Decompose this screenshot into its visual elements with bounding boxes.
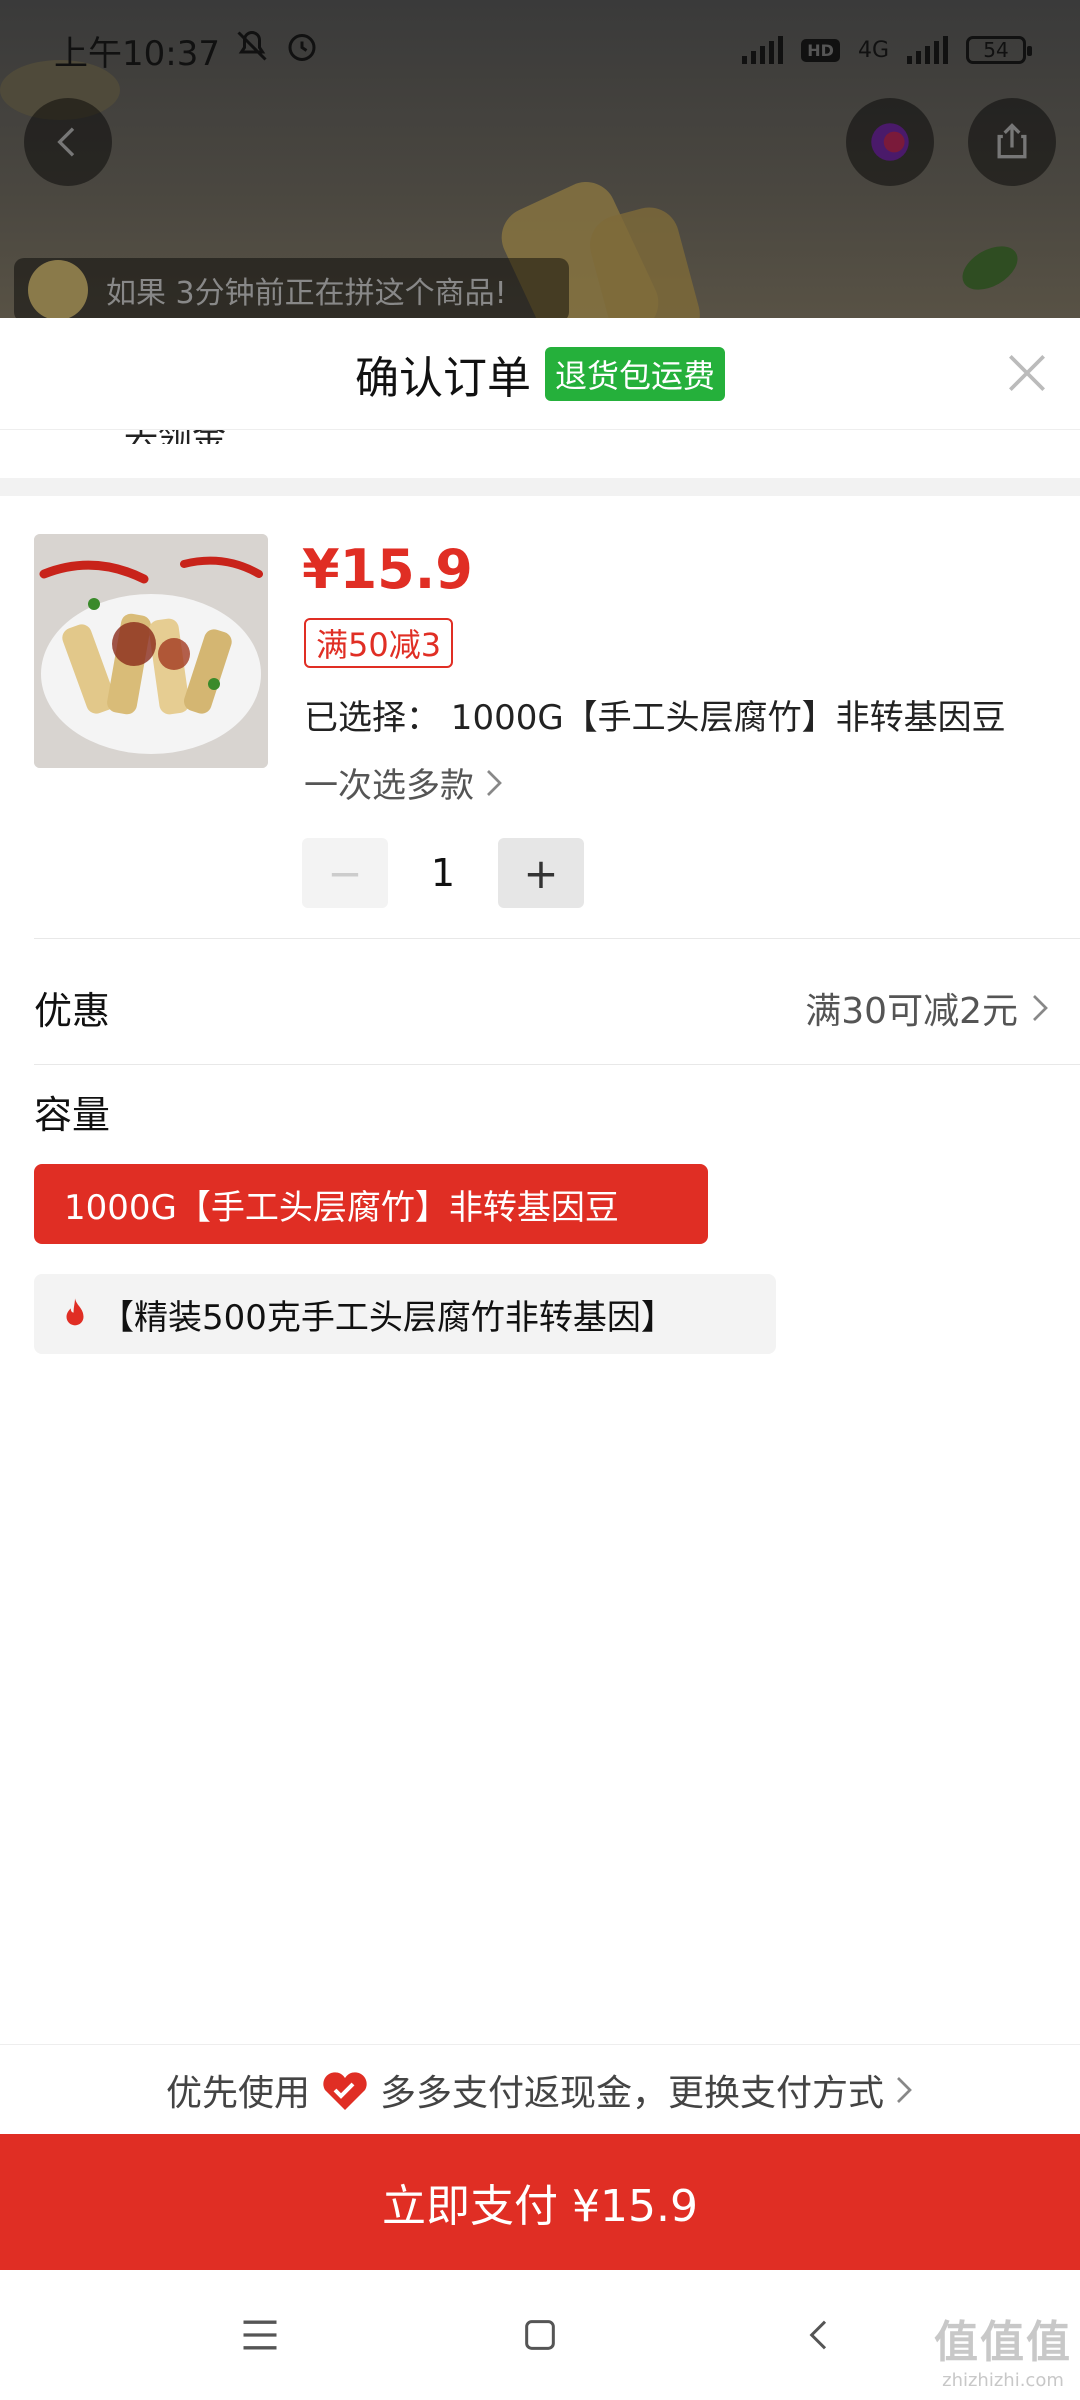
discount-row[interactable]: 满30可减2元 bbox=[805, 982, 1050, 1034]
confirm-order-sheet: 去领金 确认订单 退货包运费 ¥15.9 满50减3 已选择： 1000G【手工… bbox=[0, 318, 1080, 2270]
payment-method-label: 多多支付返现金，更换支付方式 bbox=[380, 2072, 885, 2114]
sheet-header: 确认订单 退货包运费 bbox=[0, 318, 1080, 430]
watermark: 值值值 zhizhizhi.com bbox=[934, 2306, 1072, 2391]
chevron-left-icon bbox=[57, 127, 75, 157]
multi-select-link[interactable]: 一次选多款 bbox=[304, 758, 504, 807]
menu-nav-button[interactable] bbox=[230, 2305, 290, 2365]
product-image[interactable] bbox=[34, 534, 268, 768]
group-buy-notice: 如果 3分钟前正在拼这个商品! bbox=[14, 258, 569, 318]
capacity-option-1000g[interactable]: 1000G【手工头层腐竹】非转基因豆 bbox=[34, 1164, 708, 1244]
option-label: 1000G【手工头层腐竹】非转基因豆 bbox=[64, 1187, 619, 1228]
heart-pay-icon bbox=[323, 2071, 367, 2110]
share-button[interactable] bbox=[968, 98, 1056, 186]
free-return-badge: 退货包运费 bbox=[544, 346, 725, 401]
payment-prefix: 优先使用 bbox=[165, 2072, 310, 2114]
product-photo bbox=[34, 534, 268, 768]
back-button[interactable] bbox=[24, 98, 112, 186]
pay-now-button[interactable]: 立即支付 ¥15.9 bbox=[0, 2134, 1080, 2270]
chevron-right-icon bbox=[1033, 995, 1048, 1021]
selected-variant: 已选择： 1000G【手工头层腐竹】非转基因豆 bbox=[304, 698, 1006, 738]
alarm-icon bbox=[284, 28, 320, 73]
close-icon bbox=[1009, 355, 1045, 391]
chat-button[interactable] bbox=[846, 98, 934, 186]
option-label: 【精装500克手工头层腐竹非转基因】 bbox=[100, 1297, 675, 1338]
avatar bbox=[28, 260, 88, 318]
chat-icon bbox=[871, 123, 909, 161]
home-nav-button[interactable] bbox=[510, 2305, 570, 2365]
mute-icon bbox=[234, 28, 270, 73]
share-icon bbox=[997, 123, 1027, 159]
signal-icon bbox=[907, 36, 948, 64]
network-type: 4G bbox=[857, 37, 889, 63]
chevron-right-icon bbox=[897, 2076, 912, 2103]
capacity-label: 容量 bbox=[34, 1093, 111, 1137]
background-leaf bbox=[955, 237, 1025, 299]
capacity-option-500g[interactable]: 【精装500克手工头层腐竹非转基因】 bbox=[34, 1274, 776, 1354]
decrease-button[interactable]: − bbox=[302, 838, 388, 908]
home-square-icon bbox=[525, 2320, 555, 2350]
divider bbox=[34, 938, 1080, 939]
close-button[interactable] bbox=[1002, 348, 1052, 398]
discount-label: 优惠 bbox=[34, 989, 111, 1033]
status-time: 上午10:37 bbox=[54, 33, 220, 74]
increase-button[interactable]: + bbox=[498, 838, 584, 908]
product-price: ¥15.9 bbox=[302, 538, 473, 601]
quantity-stepper: − 1 + bbox=[302, 838, 584, 908]
menu-icon bbox=[243, 2320, 277, 2350]
watermark-url: zhizhizhi.com bbox=[942, 2370, 1064, 2391]
payment-method-row[interactable]: 优先使用 多多支付返现金，更换支付方式 bbox=[0, 2044, 1080, 2134]
quantity-value[interactable]: 1 bbox=[388, 851, 498, 895]
multi-select-label: 一次选多款 bbox=[304, 766, 474, 806]
system-nav-bar bbox=[0, 2270, 1080, 2400]
battery-level: 54 bbox=[983, 38, 1009, 62]
battery-icon: 54 bbox=[966, 36, 1032, 64]
background-product-page: 上午10:37 HD 4G 54 如果 3分钟前正在拼这个商品! bbox=[0, 0, 1080, 318]
chevron-right-icon bbox=[487, 769, 502, 796]
divider bbox=[34, 1064, 1080, 1065]
coupon-tag: 满50减3 bbox=[304, 618, 454, 668]
fire-icon bbox=[66, 1298, 84, 1326]
watermark-logo: 值值值 bbox=[934, 2317, 1072, 2368]
signal-icon bbox=[742, 36, 784, 64]
status-bar: 上午10:37 HD 4G 54 bbox=[0, 0, 1080, 100]
sheet-title: 确认订单 bbox=[354, 352, 531, 404]
hd-icon: HD bbox=[801, 38, 840, 62]
back-icon bbox=[809, 2320, 827, 2350]
section-divider bbox=[0, 478, 1080, 496]
back-nav-button[interactable] bbox=[790, 2305, 850, 2365]
discount-value: 满30可减2元 bbox=[805, 991, 1018, 1032]
notice-text: 如果 3分钟前正在拼这个商品! bbox=[106, 276, 507, 311]
